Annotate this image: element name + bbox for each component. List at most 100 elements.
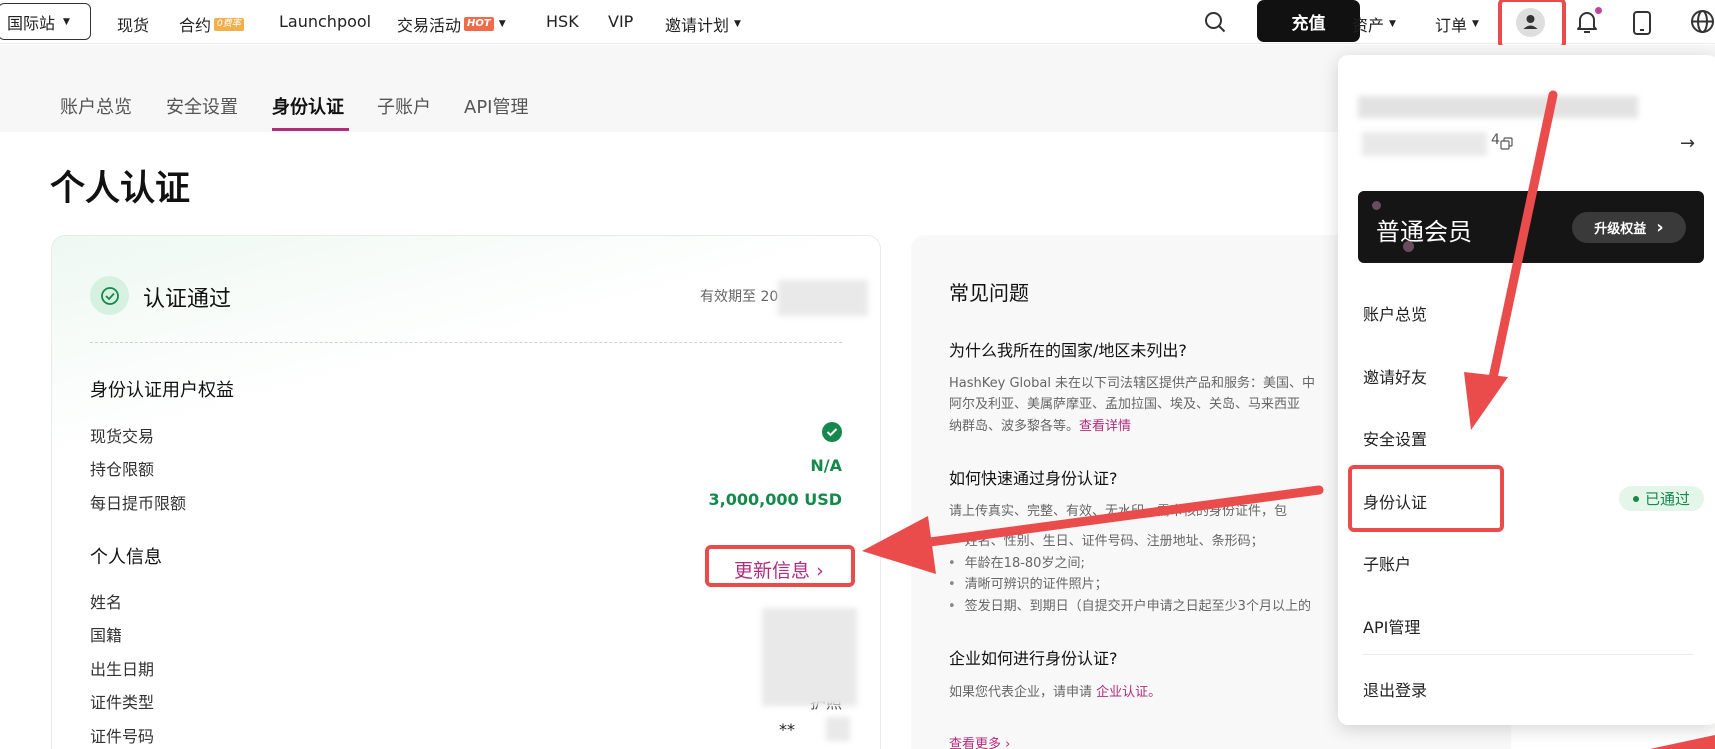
nav-vip-label: VIP (608, 12, 634, 31)
tab-sub-account[interactable]: 子账户 (377, 93, 431, 119)
redacted-account-name (1358, 96, 1638, 118)
faq-answer-text: 纳群岛、波多黎各等。 (949, 419, 1080, 434)
faq-question: 如何快速通过身份认证? (949, 469, 1118, 488)
field-doc-number-label: 证件号码 (90, 727, 155, 746)
list-item: 签发日期、到期日（自提交开户申请之日起至少3个月以上的 (948, 595, 1311, 614)
benefit-withdraw-value: 3,000,000 USD (708, 490, 842, 509)
chevron-down-icon: ▼ (63, 16, 70, 27)
list-item: 年龄在18-80岁之间; (948, 552, 1085, 571)
page-title: 个人认证 (50, 169, 191, 209)
divider (1363, 654, 1693, 655)
nav-hsk[interactable]: HSK (546, 12, 579, 31)
menu-item-account-overview[interactable]: 账户总览 (1363, 301, 1427, 325)
chevron-down-icon: ▼ (1389, 19, 1396, 29)
chevron-down-icon: ▼ (734, 19, 741, 29)
site-selector[interactable]: 国际站 ▼ (0, 3, 91, 40)
nav-assets-label: 资产 (1352, 16, 1385, 35)
tab-security-settings[interactable]: 安全设置 (166, 93, 238, 119)
chevron-right-icon: › (1005, 737, 1011, 749)
faq-answer-text: 如果您代表企业，请申请 (949, 685, 1093, 700)
search-icon[interactable] (1204, 11, 1226, 33)
menu-item-security-settings[interactable]: 安全设置 (1363, 426, 1427, 450)
nav-spot[interactable]: 现货 (117, 12, 149, 36)
nav-launchpool-label: Launchpool (279, 12, 372, 31)
see-more-label: 查看更多 (949, 737, 1002, 749)
redacted-uid (1362, 132, 1487, 156)
member-level: 普通会员 (1376, 218, 1472, 246)
chevron-right-icon: › (1656, 217, 1664, 238)
hot-badge: HOT (464, 17, 494, 31)
menu-item-invite-friends[interactable]: 邀请好友 (1363, 364, 1427, 388)
field-doc-type-label: 证件类型 (90, 693, 155, 712)
chevron-down-icon: ▼ (1472, 19, 1479, 29)
nav-assets[interactable]: 资产 ▼ (1352, 12, 1396, 36)
see-more-link[interactable]: 查看更多 › (949, 733, 1010, 749)
nav-spot-label: 现货 (117, 16, 150, 35)
nav-orders[interactable]: 订单 ▼ (1435, 12, 1479, 36)
faq-question: 为什么我所在的国家/地区未列出? (949, 341, 1187, 360)
nav-hsk-label: HSK (546, 12, 579, 31)
mobile-app-icon[interactable] (1632, 10, 1652, 36)
enterprise-verification-link[interactable]: 企业认证。 (1096, 685, 1161, 700)
status-badge-label: 已通过 (1644, 490, 1690, 508)
nav-orders-label: 订单 (1435, 16, 1468, 35)
deposit-button[interactable]: 充值 (1257, 0, 1360, 42)
chevron-down-icon: ▼ (498, 19, 506, 29)
tab-identity-verification[interactable]: 身份认证 (272, 93, 344, 119)
redacted-date (778, 280, 868, 316)
benefit-position-value: N/A (810, 456, 842, 475)
globe-icon[interactable] (1690, 9, 1715, 34)
nav-trading-events[interactable]: 交易活动 HOT ▼ (397, 12, 506, 36)
faq-title: 常见问题 (949, 281, 1029, 305)
redacted-doc-number (826, 717, 850, 741)
divider (90, 342, 842, 343)
identity-highlight-box (1348, 465, 1504, 532)
nav-invite-plan-label: 邀请计划 (665, 16, 730, 35)
notification-dot (1595, 7, 1602, 14)
list-item: 姓名、性别、生日、证件号码、注册地址、条形码； (948, 530, 1264, 549)
menu-item-api-management[interactable]: API管理 (1363, 614, 1420, 638)
nav-vip[interactable]: VIP (608, 12, 633, 31)
nav-futures-label: 合约 (179, 16, 212, 35)
field-nationality-label: 国籍 (90, 626, 123, 645)
update-highlight-box (705, 545, 855, 587)
menu-item-logout[interactable]: 退出登录 (1363, 677, 1427, 701)
nav-futures[interactable]: 合约 0费率 (179, 12, 244, 36)
avatar-highlight-box (1498, 0, 1566, 49)
benefit-spot-label: 现货交易 (90, 427, 155, 446)
top-navigation: 国际站 ▼ 现货 合约 0费率 Launchpool 交易活动 HOT ▼ HS… (0, 0, 1715, 44)
faq-answer-line: 阿尔及利亚、美属萨摩亚、孟加拉国、埃及、关岛、马来西亚 (949, 397, 1301, 412)
valid-until: 有效期至 20 (700, 289, 779, 305)
active-tab-indicator (272, 128, 349, 131)
faq-answer-line: HashKey Global 未在以下司法辖区提供产品和服务：美国、中 (949, 376, 1316, 391)
verification-status: 认证通过 (143, 287, 232, 312)
zero-fee-badge: 0费率 (214, 17, 244, 31)
upgrade-benefits-label: 升级权益 (1594, 222, 1647, 237)
tab-api-management[interactable]: API管理 (464, 93, 528, 119)
faq-question: 企业如何进行身份认证? (949, 649, 1118, 668)
arrow-right-icon[interactable]: → (1680, 133, 1695, 154)
benefit-withdraw-label: 每日提币限额 (90, 494, 187, 513)
annotation-fragment (1650, 735, 1715, 749)
redacted-personal-info (762, 608, 857, 706)
benefits-title: 身份认证用户权益 (90, 380, 234, 401)
personal-info-title: 个人信息 (90, 547, 162, 568)
view-details-link[interactable]: 查看详情 (1079, 419, 1131, 434)
decorative-dot (1372, 201, 1381, 210)
uid-text: 4 (1491, 132, 1500, 148)
menu-item-sub-account[interactable]: 子账户 (1363, 551, 1411, 575)
nav-invite-plan[interactable]: 邀请计划 ▼ (665, 12, 741, 36)
field-name-label: 姓名 (90, 593, 123, 612)
faq-answer-line: 如果您代表企业，请申请 企业认证。 (949, 681, 1161, 700)
list-item: 清晰可辨识的证件照片； (948, 573, 1108, 592)
nav-trading-events-label: 交易活动 (397, 16, 462, 35)
site-selector-label: 国际站 (7, 13, 56, 33)
benefit-position-label: 持仓限额 (90, 460, 155, 479)
check-icon (822, 422, 842, 442)
tab-account-overview[interactable]: 账户总览 (60, 93, 132, 119)
copy-icon[interactable] (1500, 137, 1513, 150)
nav-launchpool[interactable]: Launchpool (279, 12, 371, 31)
faq-answer-line: 请上传真实、完整、有效、无水印、需审核的身份证件，包 (949, 504, 1288, 519)
upgrade-benefits-button[interactable]: 升级权益 › (1572, 212, 1686, 243)
field-birthdate-label: 出生日期 (90, 660, 155, 679)
